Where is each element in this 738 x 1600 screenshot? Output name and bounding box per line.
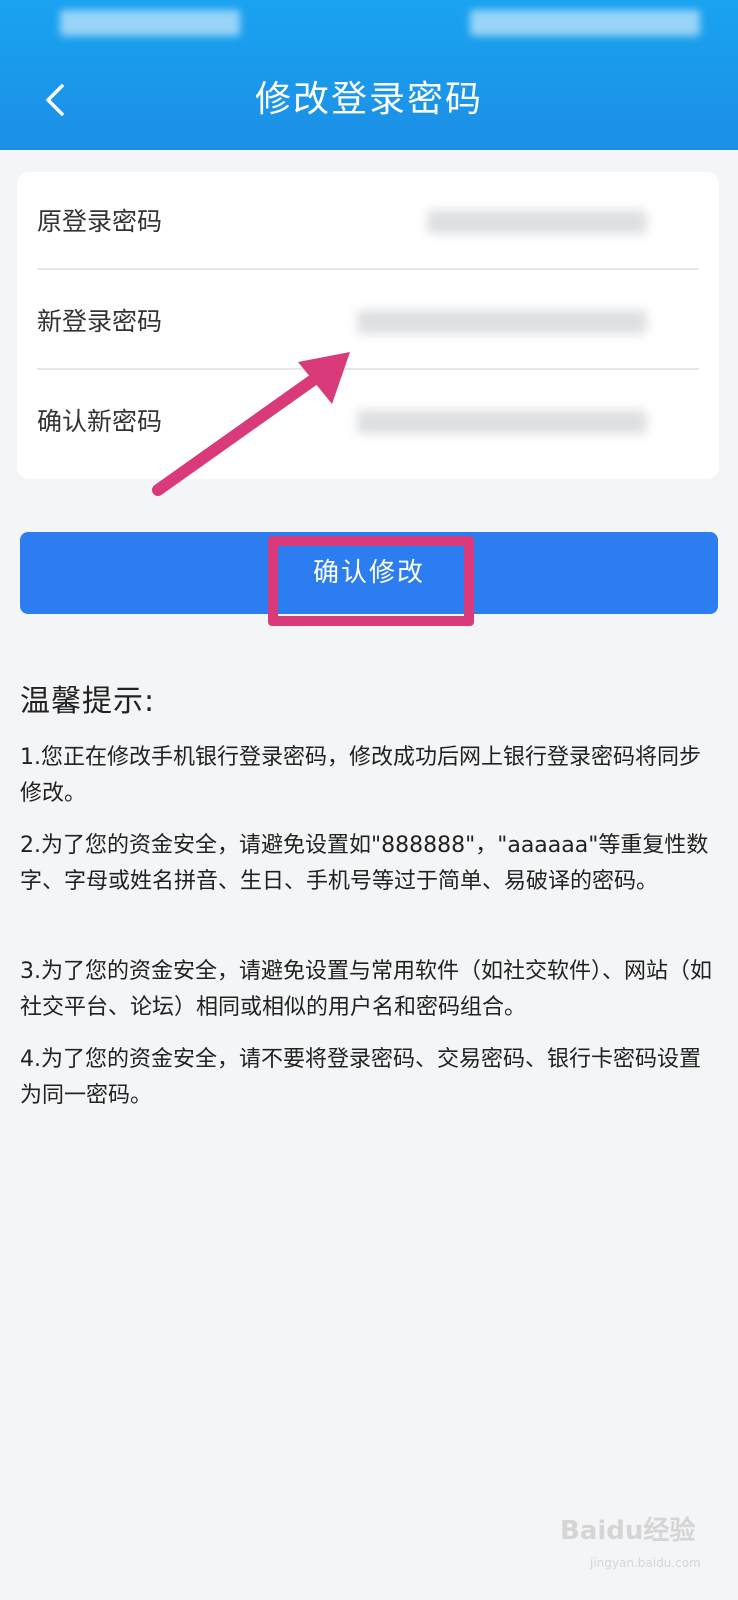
- confirm-password-field[interactable]: [357, 410, 647, 434]
- tip-item: 4.为了您的资金安全，请不要将登录密码、交易密码、银行卡密码设置为同一密码。: [20, 1047, 701, 1108]
- divider: [37, 268, 699, 270]
- tip-item: 1.您正在修改手机银行登录密码，修改成功后网上银行登录密码将同步修改。: [20, 745, 701, 806]
- old-password-field[interactable]: [427, 210, 647, 234]
- page-title: 修改登录密码: [254, 79, 483, 120]
- baidu-watermark-logo: Baidu经验: [560, 1516, 696, 1546]
- old-password-row[interactable]: 原登录密码: [37, 172, 699, 274]
- old-password-label: 原登录密码: [37, 207, 163, 236]
- tips-title: 温馨提示:: [20, 684, 156, 719]
- confirm-password-label: 确认新密码: [37, 407, 163, 436]
- baidu-watermark-url: jingyan.baidu.com: [590, 1556, 701, 1570]
- tip-item: 2.为了您的资金安全，请避免设置如"888888"，"aaaaaa"等重复性数字…: [20, 833, 709, 894]
- pointer-arrow-annotation: [152, 352, 350, 496]
- tip-item: 3.为了您的资金安全，请避免设置与常用软件（如社交软件）、网站（如社交平台、论坛…: [20, 959, 712, 1020]
- status-bar-icons-blurred: [470, 10, 700, 36]
- highlight-annotation: [268, 536, 474, 626]
- new-password-label: 新登录密码: [37, 307, 163, 336]
- status-bar-time-blurred: [60, 10, 240, 36]
- new-password-field[interactable]: [357, 310, 647, 334]
- app-header: 修改登录密码: [0, 0, 738, 150]
- status-bar: [0, 10, 738, 42]
